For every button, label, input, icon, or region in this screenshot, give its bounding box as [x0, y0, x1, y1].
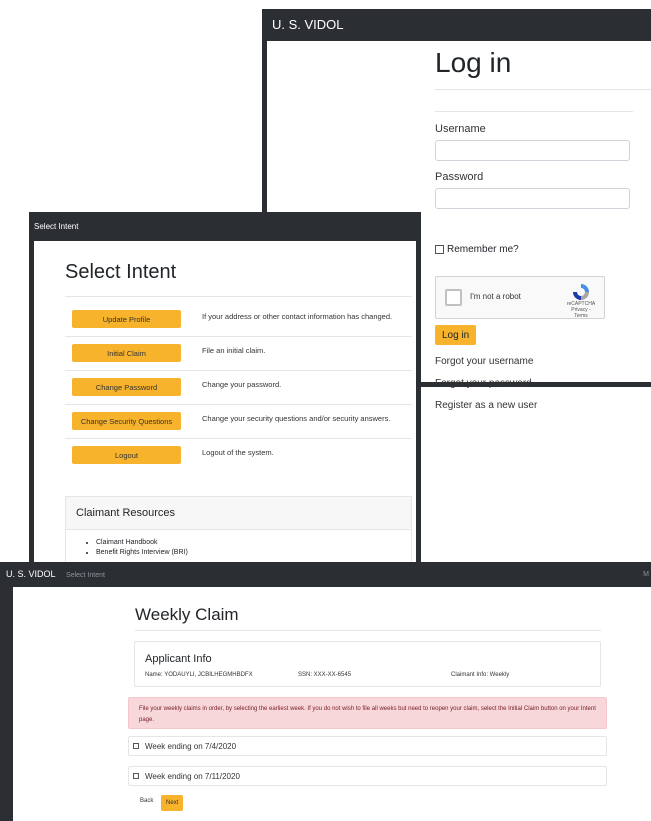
recaptcha-links[interactable]: Privacy - Terms [566, 307, 596, 319]
remember-me-row[interactable]: Remember me? [435, 244, 519, 255]
intent-option-update-profile: Update Profile If your address or other … [65, 303, 412, 337]
window-title: Select Intent [34, 222, 79, 231]
week-option[interactable]: Week ending on 7/4/2020 [128, 736, 607, 756]
applicant-name: Name: YODAUYLI, JCBILHEGMHBDFX [145, 672, 253, 678]
remember-me-label: Remember me? [447, 244, 519, 255]
register-link[interactable]: Register as a new user [435, 400, 537, 411]
intent-option-change-security-questions: Change Security Questions Change your se… [65, 405, 412, 439]
page-title: Select Intent [65, 261, 177, 283]
resources-list: Claimant Handbook Benefit Rights Intervi… [66, 538, 411, 558]
login-button[interactable]: Log in [435, 325, 477, 345]
next-button[interactable]: Next [161, 795, 184, 811]
forgot-username-link[interactable]: Forgot your username [435, 356, 533, 367]
change-security-questions-button[interactable]: Change Security Questions [72, 412, 181, 430]
applicant-info-card: Applicant Info Name: YODAUYLI, JCBILHEGM… [134, 641, 601, 687]
intent-topbar: Select Intent [29, 212, 421, 241]
username-label: Username [435, 123, 486, 135]
login-topbar: U. S. VIDOL [262, 9, 651, 41]
password-label: Password [435, 171, 484, 183]
recaptcha-widget: I'm not a robot reCAPTCHA Privacy - Term… [435, 276, 605, 319]
week-checkbox[interactable] [133, 743, 139, 749]
app-brand[interactable]: U. S. VIDOL [272, 17, 344, 32]
divider [135, 630, 601, 631]
week-option[interactable]: Week ending on 7/11/2020 [128, 766, 607, 786]
option-description: Change your security questions and/or se… [202, 414, 391, 423]
logout-button[interactable]: Logout [72, 446, 181, 464]
claimant-info: Claimant Info: Weekly [451, 672, 510, 678]
option-description: If your address or other contact informa… [202, 312, 393, 321]
claimant-resources-card: Claimant Resources Claimant Handbook Ben… [65, 496, 412, 566]
recaptcha-label: I'm not a robot [470, 292, 521, 301]
intent-option-logout: Logout Logout of the system. [65, 439, 412, 473]
weekly-claim-window: U. S. VIDOL Select Intent M Weekly Claim… [0, 562, 651, 821]
option-description: Logout of the system. [202, 448, 274, 457]
divider [435, 111, 633, 112]
option-description: File an initial claim. [202, 346, 266, 355]
intent-option-initial-claim: Initial Claim File an initial claim. [65, 337, 412, 371]
divider [65, 296, 412, 297]
week-label: Week ending on 7/11/2020 [145, 771, 240, 781]
page-title: Weekly Claim [135, 605, 239, 624]
forgot-password-link[interactable]: Forgot your password [435, 378, 532, 389]
app-brand[interactable]: U. S. VIDOL [6, 569, 56, 579]
intent-option-change-password: Change Password Change your password. [65, 371, 412, 405]
window-edge [0, 587, 13, 821]
option-description: Change your password. [202, 380, 282, 389]
recaptcha-checkbox[interactable] [445, 289, 462, 306]
update-profile-button[interactable]: Update Profile [72, 310, 181, 328]
divider [435, 89, 651, 90]
weekly-topbar: U. S. VIDOL Select Intent M [0, 562, 651, 587]
applicant-info-title: Applicant Info [145, 653, 212, 665]
resources-title: Claimant Resources [66, 497, 411, 530]
select-intent-window: Select Intent Select Intent Update Profi… [29, 212, 421, 566]
resource-link-bri[interactable]: Benefit Rights Interview (BRI) [96, 548, 411, 558]
applicant-ssn: SSN: XXX-XX-6545 [298, 672, 352, 678]
password-field[interactable] [435, 188, 630, 209]
nav-menu-truncated[interactable]: M [643, 562, 649, 587]
recaptcha-icon [573, 284, 589, 300]
resource-link-handbook[interactable]: Claimant Handbook [96, 538, 411, 548]
alert-message: File your weekly claims in order, by sel… [128, 697, 607, 729]
week-label: Week ending on 7/4/2020 [145, 741, 237, 751]
remember-me-checkbox[interactable] [435, 245, 444, 254]
intent-body: Select Intent Update Profile If your add… [34, 241, 416, 566]
initial-claim-button[interactable]: Initial Claim [72, 344, 181, 362]
recaptcha-logo: reCAPTCHA Privacy - Terms [566, 283, 596, 319]
week-checkbox[interactable] [133, 773, 139, 779]
username-field[interactable] [435, 140, 630, 161]
back-link[interactable]: Back [140, 798, 153, 804]
page-title: Log in [435, 47, 512, 78]
nav-link-select-intent[interactable]: Select Intent [66, 572, 105, 579]
change-password-button[interactable]: Change Password [72, 378, 181, 396]
